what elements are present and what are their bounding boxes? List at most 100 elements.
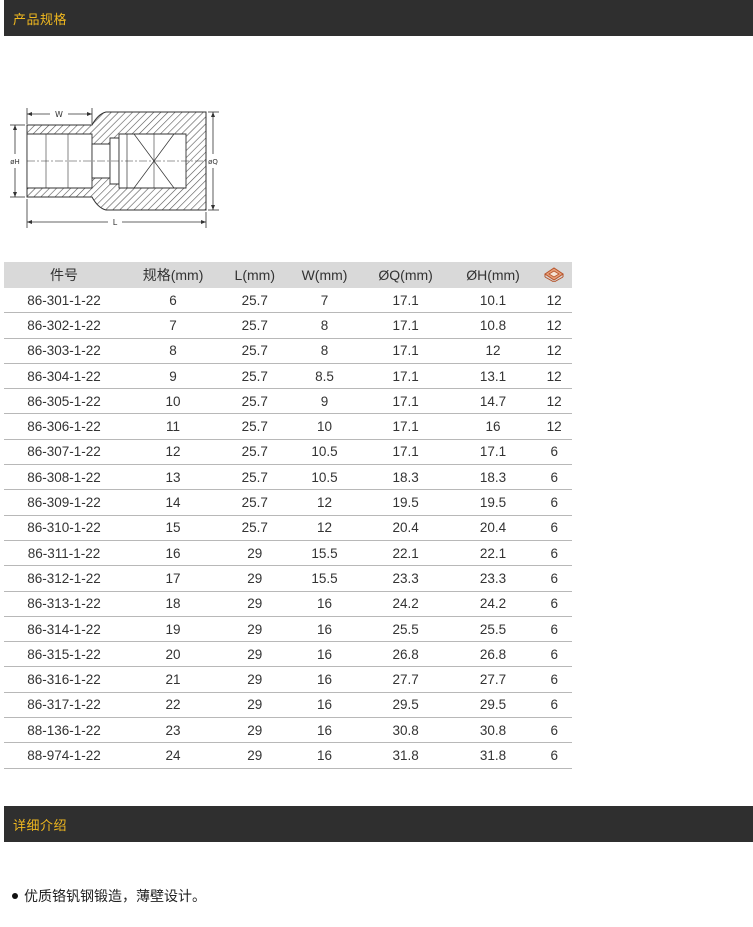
socket-cross-section-diagram: W øH øQ L <box>10 108 219 228</box>
cell-points: 6 <box>536 565 572 592</box>
cell-size: 15 <box>124 515 223 541</box>
cell-part-no: 86-303-1-22 <box>4 338 124 364</box>
cell-part-no: 86-312-1-22 <box>4 565 124 592</box>
cell-points: 12 <box>536 288 572 314</box>
table-row: 86-305-1-22 10 25.7 9 17.1 14.7 12 <box>4 388 572 415</box>
cell-h-dia: 26.8 <box>449 641 537 668</box>
table-header-row: 件号 规格(mm) L(mm) W(mm) ØQ(mm) ØH(mm) <box>4 262 572 288</box>
cell-size: 20 <box>124 641 223 668</box>
cell-size: 14 <box>124 489 223 516</box>
header-points <box>536 262 572 288</box>
cell-q-dia: 17.1 <box>361 312 450 339</box>
cell-size: 9 <box>124 363 223 390</box>
table-row: 86-317-1-22 22 29 16 29.5 29.5 6 <box>4 692 572 719</box>
cell-h-dia: 30.8 <box>449 717 537 744</box>
cell-part-no: 86-315-1-22 <box>4 641 124 668</box>
cell-width: 15.5 <box>287 565 362 592</box>
cell-h-dia: 12 <box>449 338 537 364</box>
cell-q-dia: 18.3 <box>361 464 450 491</box>
cell-points: 6 <box>536 692 572 719</box>
cell-points: 6 <box>536 616 572 643</box>
cell-width: 8.5 <box>287 363 362 390</box>
cell-width: 12 <box>287 489 362 516</box>
cell-points: 12 <box>536 413 572 440</box>
cell-length: 29 <box>222 717 288 744</box>
cell-size: 16 <box>124 540 223 567</box>
cell-q-dia: 29.5 <box>361 692 450 719</box>
cell-width: 16 <box>287 616 362 643</box>
detail-section-title: 详细介绍 <box>13 818 68 834</box>
cell-width: 15.5 <box>287 540 362 567</box>
cell-q-dia: 24.2 <box>361 591 450 617</box>
cell-q-dia: 19.5 <box>361 489 450 516</box>
cell-h-dia: 18.3 <box>449 464 537 491</box>
table-row: 86-308-1-22 13 25.7 10.5 18.3 18.3 6 <box>4 464 572 491</box>
cell-h-dia: 13.1 <box>449 363 537 390</box>
cell-part-no: 86-301-1-22 <box>4 288 124 314</box>
table-row: 86-314-1-22 19 29 16 25.5 25.5 6 <box>4 616 572 643</box>
table-row: 86-306-1-22 11 25.7 10 17.1 16 12 <box>4 413 572 440</box>
cell-points: 6 <box>536 540 572 567</box>
dim-w-label: W <box>55 110 63 119</box>
spec-section-title: 产品规格 <box>13 12 68 28</box>
cell-size: 18 <box>124 591 223 617</box>
cell-length: 25.7 <box>222 312 288 339</box>
dim-q-label: øQ <box>208 158 218 166</box>
cell-length: 29 <box>222 616 288 643</box>
cell-part-no: 86-316-1-22 <box>4 666 124 693</box>
intro-bullet: 优质铬钒钢锻造，薄壁设计。 <box>12 886 206 906</box>
cell-q-dia: 25.5 <box>361 616 450 643</box>
cell-size: 12 <box>124 439 223 466</box>
cell-size: 17 <box>124 565 223 592</box>
cell-h-dia: 22.1 <box>449 540 537 567</box>
intro-text: 优质铬钒钢锻造，薄壁设计。 <box>24 889 206 905</box>
table-row: 88-974-1-22 24 29 16 31.8 31.8 6 <box>4 742 572 769</box>
cell-part-no: 86-307-1-22 <box>4 439 124 466</box>
cell-part-no: 88-974-1-22 <box>4 742 124 769</box>
cell-length: 25.7 <box>222 288 288 314</box>
cell-width: 10 <box>287 413 362 440</box>
cell-width: 16 <box>287 666 362 693</box>
cell-length: 25.7 <box>222 338 288 364</box>
cell-length: 29 <box>222 742 288 769</box>
cell-width: 16 <box>287 692 362 719</box>
cell-part-no: 86-302-1-22 <box>4 312 124 339</box>
spec-table: 件号 规格(mm) L(mm) W(mm) ØQ(mm) ØH(mm) 86-3… <box>4 262 572 769</box>
cell-length: 25.7 <box>222 464 288 491</box>
table-row: 86-303-1-22 8 25.7 8 17.1 12 12 <box>4 338 572 364</box>
cell-h-dia: 29.5 <box>449 692 537 719</box>
table-row: 86-301-1-22 6 25.7 7 17.1 10.1 12 <box>4 288 572 314</box>
cell-part-no: 86-310-1-22 <box>4 515 124 541</box>
table-row: 86-302-1-22 7 25.7 8 17.1 10.8 12 <box>4 312 572 339</box>
table-row: 86-310-1-22 15 25.7 12 20.4 20.4 6 <box>4 515 572 541</box>
bullet-dot-icon <box>12 893 18 899</box>
cell-size: 23 <box>124 717 223 744</box>
cell-width: 10.5 <box>287 439 362 466</box>
cell-size: 19 <box>124 616 223 643</box>
cell-h-dia: 20.4 <box>449 515 537 541</box>
cell-size: 10 <box>124 388 223 415</box>
cell-points: 6 <box>536 439 572 466</box>
cell-h-dia: 27.7 <box>449 666 537 693</box>
table-row: 86-311-1-22 16 29 15.5 22.1 22.1 6 <box>4 540 572 567</box>
table-row: 86-307-1-22 12 25.7 10.5 17.1 17.1 6 <box>4 439 572 466</box>
header-q: ØQ(mm) <box>361 262 450 288</box>
table-row: 86-309-1-22 14 25.7 12 19.5 19.5 6 <box>4 489 572 516</box>
cell-width: 16 <box>287 591 362 617</box>
cell-q-dia: 27.7 <box>361 666 450 693</box>
cell-q-dia: 31.8 <box>361 742 450 769</box>
header-length: L(mm) <box>222 262 288 288</box>
cell-width: 16 <box>287 717 362 744</box>
cell-length: 25.7 <box>222 439 288 466</box>
cell-q-dia: 26.8 <box>361 641 450 668</box>
cell-q-dia: 17.1 <box>361 338 450 364</box>
cell-length: 25.7 <box>222 363 288 390</box>
dim-h-label: øH <box>10 158 20 166</box>
cell-points: 6 <box>536 717 572 744</box>
table-row: 86-312-1-22 17 29 15.5 23.3 23.3 6 <box>4 565 572 592</box>
cell-h-dia: 31.8 <box>449 742 537 769</box>
cell-points: 12 <box>536 363 572 390</box>
detail-section-header: 详细介绍 <box>4 806 753 842</box>
cell-size: 22 <box>124 692 223 719</box>
cell-size: 24 <box>124 742 223 769</box>
